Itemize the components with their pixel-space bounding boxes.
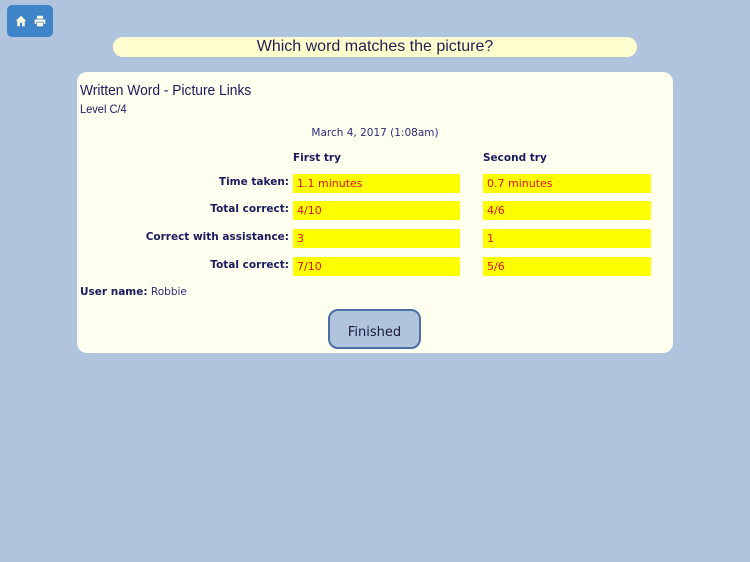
session-date: March 4, 2017 (1:08am) — [311, 127, 439, 139]
first-try-correct-with-assistance: 3 — [293, 229, 460, 248]
printer-icon[interactable] — [33, 14, 47, 28]
first-try-total-correct: 4/10 — [293, 201, 460, 220]
user-name-value: Robbie — [150, 286, 187, 298]
row-label-correct-with-assistance: Correct with assistance: — [145, 231, 289, 243]
finished-button[interactable]: Finished — [328, 309, 421, 349]
results-card: Written Word - Picture Links Level C/4 M… — [77, 72, 673, 353]
toolbar — [7, 5, 53, 37]
home-icon[interactable] — [14, 14, 28, 28]
user-name-line: User name: Robbie — [80, 286, 187, 298]
activity-title: Written Word - Picture Links — [80, 82, 252, 99]
activity-level: Level C/4 — [80, 102, 127, 116]
column-header-first-try: First try — [293, 152, 341, 164]
second-try-total-correct-overall: 5/6 — [483, 257, 651, 276]
row-label-total-correct-overall: Total correct: — [210, 259, 289, 271]
second-try-total-correct: 4/6 — [483, 201, 651, 220]
second-try-time-taken: 0.7 minutes — [483, 174, 651, 193]
first-try-time-taken: 1.1 minutes — [293, 174, 460, 193]
column-header-second-try: Second try — [483, 152, 547, 164]
question-banner: Which word matches the picture? — [113, 37, 637, 57]
first-try-total-correct-overall: 7/10 — [293, 257, 460, 276]
second-try-correct-with-assistance: 1 — [483, 229, 651, 248]
row-label-total-correct: Total correct: — [210, 203, 289, 215]
user-name-label: User name: — [80, 286, 148, 298]
row-label-time-taken: Time taken: — [218, 176, 289, 188]
